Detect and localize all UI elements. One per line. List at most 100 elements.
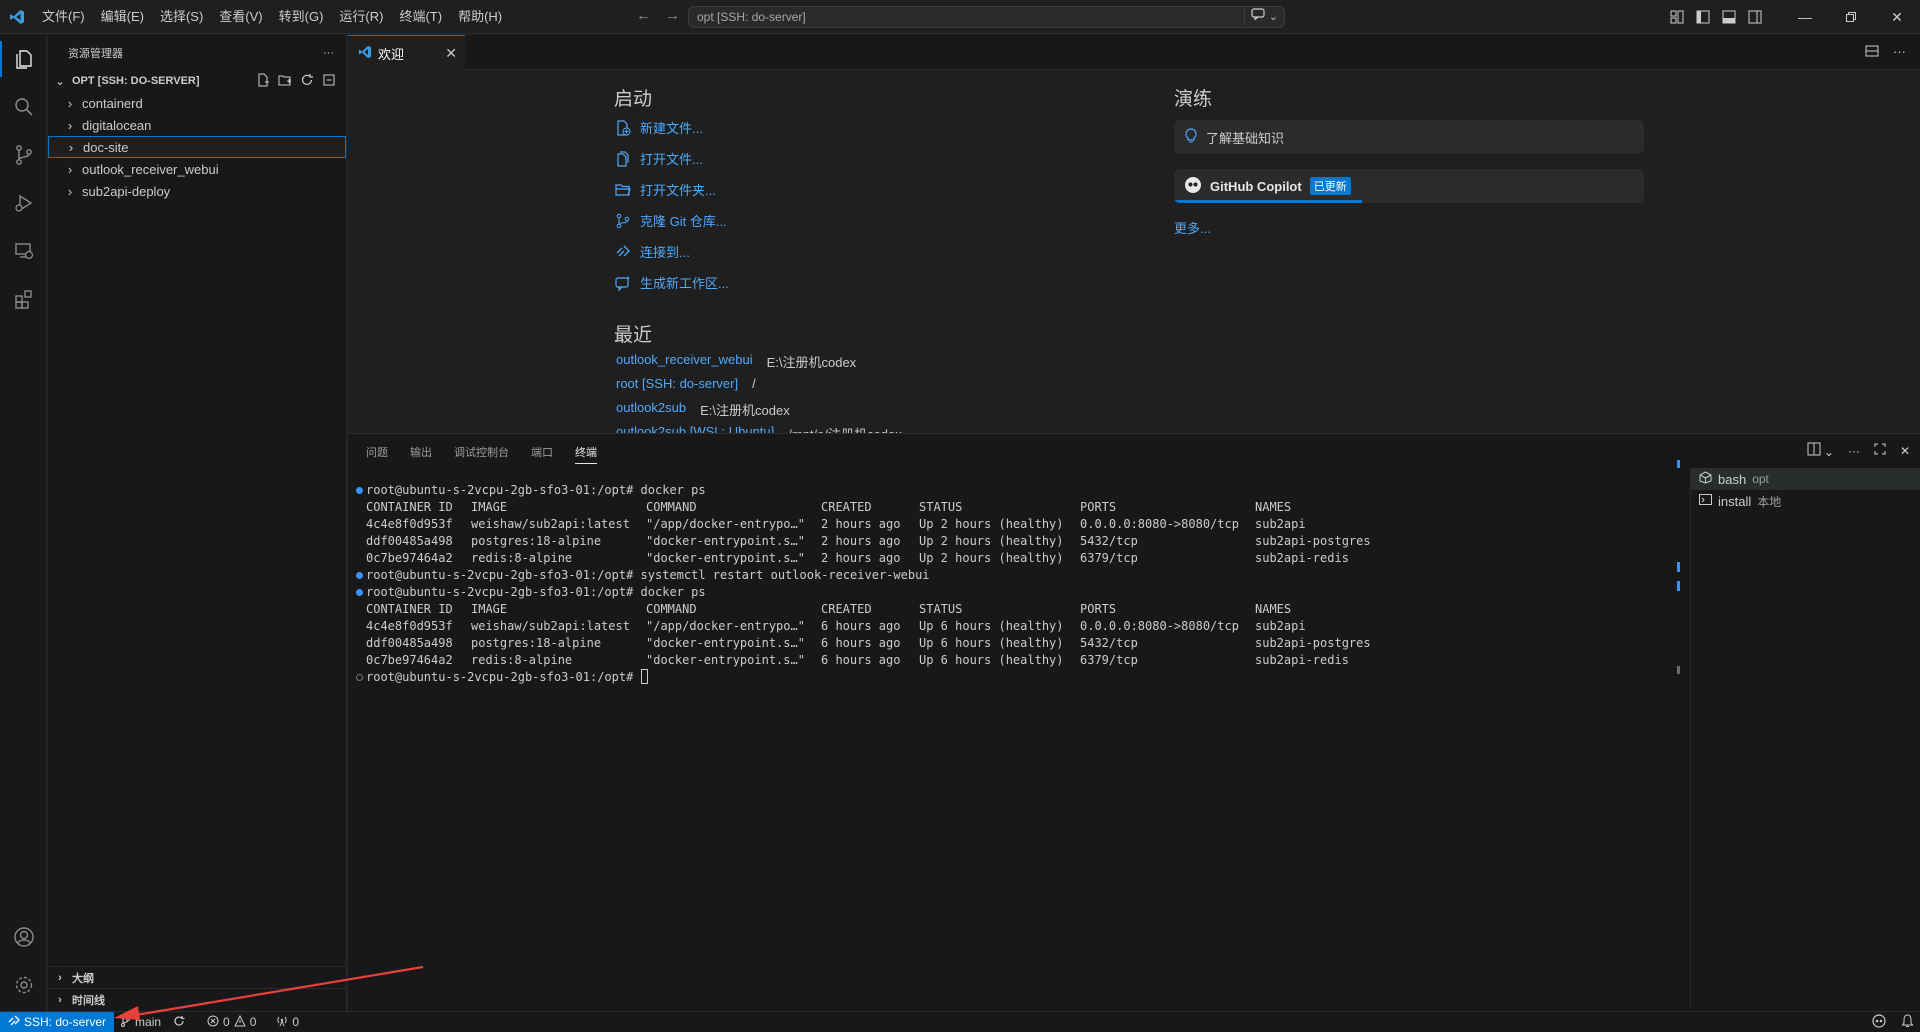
recent-heading: 最近 — [614, 325, 653, 346]
timeline-section-header[interactable]: › 时间线 — [48, 988, 347, 1010]
explorer-sidebar: 资源管理器 ··· ⌄ OPT [SSH: DO-SERVER] › conta… — [48, 35, 347, 1011]
tab-output[interactable]: 输出 — [410, 444, 432, 464]
menu-help[interactable]: 帮助(H) — [450, 0, 510, 34]
command-center-search[interactable]: opt [SSH: do-server] ⌄ — [688, 6, 1285, 28]
tab-welcome[interactable]: 欢迎 ✕ — [348, 35, 465, 70]
generate-workspace-link[interactable]: 生成新工作区... — [614, 273, 729, 292]
workspace-section-header[interactable]: ⌄ OPT [SSH: DO-SERVER] — [48, 70, 346, 92]
tree-item-doc-site[interactable]: › doc-site — [48, 136, 346, 158]
menu-terminal[interactable]: 终端(T) — [391, 0, 450, 34]
refresh-icon[interactable] — [300, 73, 314, 90]
cell-names: sub2api — [1255, 619, 1306, 633]
more-walkthroughs-link[interactable]: 更多... — [1174, 218, 1211, 237]
tree-item-label: outlook_receiver_webui — [82, 161, 219, 177]
command-success-dot — [352, 584, 366, 601]
extensions-icon[interactable] — [0, 275, 47, 323]
close-tab-icon[interactable]: ✕ — [445, 45, 457, 62]
tab-ports[interactable]: 端口 — [531, 444, 553, 464]
explorer-icon[interactable] — [0, 35, 47, 83]
ports-indicator[interactable]: 0 — [270, 1015, 305, 1030]
remote-label: SSH: do-server — [24, 1015, 107, 1029]
tab-problems[interactable]: 问题 — [366, 444, 388, 464]
menu-file[interactable]: 文件(F) — [34, 0, 93, 34]
cell-command: "docker-entrypoint.s…" — [646, 653, 805, 667]
header-container-id: CONTAINER ID — [366, 500, 453, 514]
terminal-entry-bash[interactable]: bash opt — [1691, 468, 1920, 490]
remote-indicator[interactable]: SSH: do-server — [0, 1011, 115, 1032]
tab-debug-console[interactable]: 调试控制台 — [454, 444, 509, 464]
tab-terminal[interactable]: 终端 — [575, 444, 597, 464]
toggle-secondary-sidebar-icon[interactable] — [1742, 0, 1768, 34]
restore-icon[interactable] — [1828, 0, 1874, 34]
recent-link[interactable]: outlook2sub [WSL: Ubuntu] — [616, 424, 774, 433]
more-actions-icon[interactable]: ··· — [1848, 444, 1860, 458]
forward-arrow-icon[interactable]: → — [665, 7, 680, 24]
walkthrough-basics[interactable]: 了解基础知识 — [1174, 120, 1644, 154]
menu-go[interactable]: 转到(G) — [271, 0, 332, 34]
collapse-all-icon[interactable] — [322, 73, 336, 90]
source-control-icon[interactable] — [0, 131, 47, 179]
scrollbar-marker — [1677, 666, 1680, 674]
tree-item-sub2api-deploy[interactable]: › sub2api-deploy — [48, 180, 346, 202]
close-window-icon[interactable]: ✕ — [1874, 0, 1920, 34]
open-folder-link[interactable]: 打开文件夹... — [614, 180, 716, 199]
recent-link[interactable]: root [SSH: do-server] — [616, 376, 738, 391]
more-actions-icon[interactable]: ··· — [323, 47, 334, 59]
accounts-icon[interactable] — [0, 913, 47, 961]
terminal-cwd: 本地 — [1757, 494, 1782, 509]
menu-selection[interactable]: 选择(S) — [152, 0, 211, 34]
new-file-link[interactable]: 新建文件... — [614, 118, 703, 137]
recent-path: /mnt/e/注册机codex — [788, 424, 901, 433]
remote-explorer-icon[interactable] — [0, 227, 47, 275]
new-folder-icon[interactable] — [278, 73, 292, 90]
outline-section-header[interactable]: › 大纲 — [48, 966, 347, 988]
command-success-dot — [352, 567, 366, 584]
minimize-icon[interactable]: — — [1782, 0, 1828, 34]
warning-count: 0 — [249, 1015, 257, 1029]
folder-icon — [614, 182, 632, 198]
connect-to-link[interactable]: 连接到... — [614, 242, 690, 261]
search-icon[interactable] — [0, 83, 47, 131]
walkthrough-copilot[interactable]: GitHub Copilot 已更新 — [1174, 169, 1644, 203]
bottom-panel: 问题 输出 调试控制台 端口 终端 ⌄ ··· ✕ root@ubuntu-s-… — [348, 433, 1920, 1011]
customize-layout-icon[interactable] — [1664, 0, 1690, 34]
toggle-primary-sidebar-icon[interactable] — [1690, 0, 1716, 34]
open-file-link[interactable]: 打开文件... — [614, 149, 703, 168]
branch-indicator[interactable]: main — [114, 1014, 167, 1030]
terminal-output[interactable]: root@ubuntu-s-2vcpu-2gb-sfo3-01:/opt# do… — [352, 482, 1672, 1002]
recent-link[interactable]: outlook_receiver_webui — [616, 352, 753, 371]
table-row: 0c7be97464a2 redis:8-alpine "docker-entr… — [352, 652, 1672, 669]
tree-item-digitalocean[interactable]: › digitalocean — [48, 114, 346, 136]
terminal-entry-install[interactable]: install 本地 — [1691, 490, 1920, 512]
terminal-line: root@ubuntu-s-2vcpu-2gb-sfo3-01:/opt# do… — [352, 584, 1672, 601]
clone-git-link[interactable]: 克隆 Git 仓库... — [614, 211, 727, 230]
remote-icon — [614, 244, 632, 260]
header-status: STATUS — [919, 602, 963, 616]
close-panel-icon[interactable]: ✕ — [1900, 444, 1910, 458]
back-arrow-icon[interactable]: ← — [636, 7, 651, 24]
chat-toggle[interactable]: ⌄ — [1243, 8, 1278, 26]
problems-indicator[interactable]: 0 0 — [201, 1014, 262, 1030]
status-bar: SSH: do-server main 0 0 0 — [0, 1011, 1920, 1032]
run-debug-icon[interactable] — [0, 179, 47, 227]
connect-to-label: 连接到... — [640, 245, 690, 260]
toggle-panel-icon[interactable] — [1716, 0, 1742, 34]
terminal-layout-icon[interactable]: ⌄ — [1807, 442, 1834, 459]
tree-item-outlook-receiver-webui[interactable]: › outlook_receiver_webui — [48, 158, 346, 180]
copilot-status-icon[interactable] — [1871, 1014, 1887, 1031]
terminal-prompt: root@ubuntu-s-2vcpu-2gb-sfo3-01:/opt# — [366, 670, 634, 684]
maximize-panel-icon[interactable] — [1874, 443, 1886, 458]
start-heading: 启动 — [614, 89, 653, 110]
menu-edit[interactable]: 编辑(E) — [93, 0, 152, 34]
menu-run[interactable]: 运行(R) — [331, 0, 391, 34]
tree-item-containerd[interactable]: › containerd — [48, 92, 346, 114]
new-file-icon[interactable] — [256, 73, 270, 90]
menu-view[interactable]: 查看(V) — [211, 0, 270, 34]
cell-image: redis:8-alpine — [471, 551, 573, 565]
more-actions-icon[interactable]: ··· — [1893, 44, 1906, 61]
notifications-bell-icon[interactable] — [1901, 1014, 1914, 1031]
split-editor-icon[interactable] — [1865, 44, 1879, 61]
sync-indicator[interactable] — [167, 1015, 191, 1030]
settings-gear-icon[interactable] — [0, 961, 47, 1009]
recent-link[interactable]: outlook2sub — [616, 400, 686, 419]
